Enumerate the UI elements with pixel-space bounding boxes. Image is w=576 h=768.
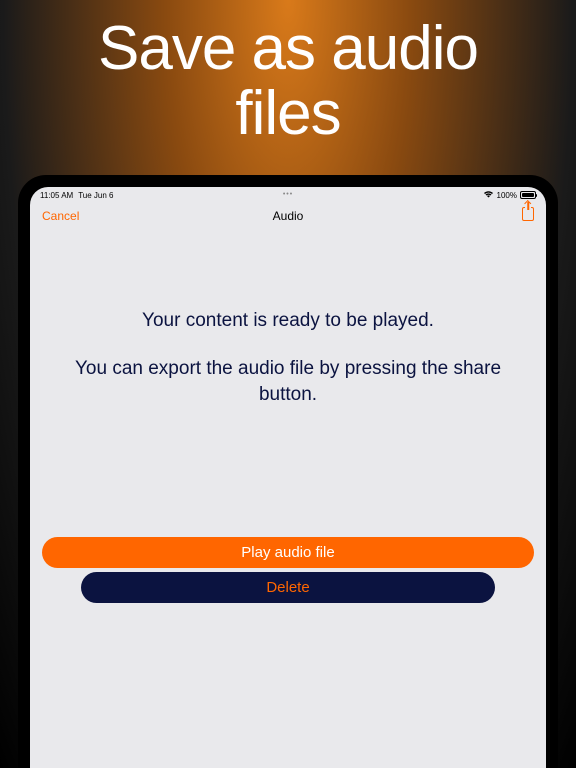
status-bar: 11:05 AM Tue Jun 6 ••• 100% (30, 187, 546, 201)
app-screen: 11:05 AM Tue Jun 6 ••• 100% Cancel Audio (30, 187, 546, 768)
content-area: Your content is ready to be played. You … (30, 230, 546, 407)
promo-heading-line2: files (235, 79, 340, 148)
cancel-button[interactable]: Cancel (42, 209, 79, 223)
share-button[interactable] (522, 207, 534, 224)
promo-heading-line1: Save as audio (98, 14, 478, 83)
page-title: Audio (273, 209, 304, 223)
delete-button[interactable]: Delete (81, 572, 494, 603)
status-time: 11:05 AM (40, 191, 73, 200)
status-right: 100% (483, 190, 536, 200)
play-button[interactable]: Play audio file (42, 537, 534, 568)
battery-icon (520, 191, 536, 199)
promo-heading: Save as audio files (0, 0, 576, 146)
device-frame: 11:05 AM Tue Jun 6 ••• 100% Cancel Audio (18, 175, 558, 768)
battery-percent: 100% (497, 191, 517, 200)
export-hint: You can export the audio file by pressin… (60, 356, 516, 407)
wifi-icon (483, 190, 494, 200)
multitask-dots-icon: ••• (283, 191, 293, 198)
button-area: Play audio file Delete (42, 537, 534, 607)
ready-message: Your content is ready to be played. (60, 310, 516, 332)
status-left: 11:05 AM Tue Jun 6 (40, 191, 114, 200)
nav-bar: Cancel Audio (30, 201, 546, 230)
status-date: Tue Jun 6 (78, 191, 113, 200)
share-icon (522, 207, 534, 221)
